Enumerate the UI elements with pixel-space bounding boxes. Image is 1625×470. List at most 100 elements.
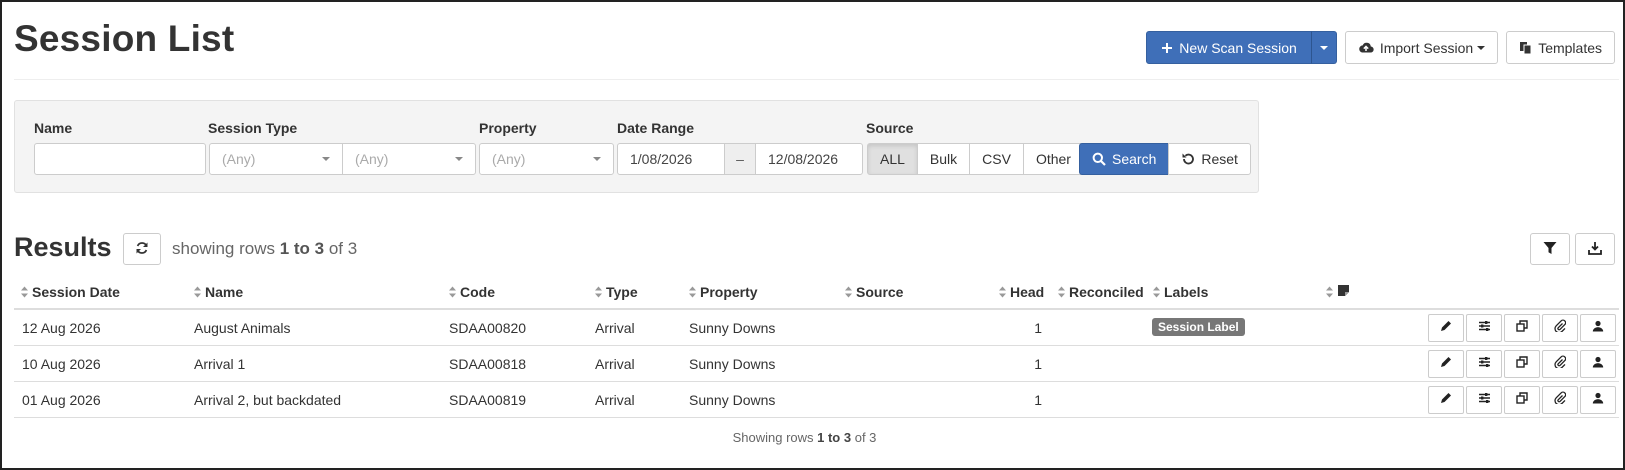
- new-session-split-button: New Scan Session: [1146, 31, 1337, 64]
- source-all-button[interactable]: ALL: [867, 143, 918, 175]
- filter-panel: Name Session Type (Any) (Any) Property (…: [14, 100, 1259, 193]
- settings-button[interactable]: [1466, 350, 1502, 378]
- attach-button[interactable]: [1542, 386, 1578, 414]
- chevron-down-icon: [322, 157, 330, 161]
- new-scan-session-label: New Scan Session: [1179, 39, 1297, 56]
- refresh-icon: [135, 241, 149, 258]
- col-source[interactable]: Source: [844, 284, 903, 300]
- col-reconciled[interactable]: Reconciled: [1057, 284, 1144, 300]
- sort-icon: [594, 286, 603, 298]
- duplicate-button[interactable]: [1504, 350, 1540, 378]
- cell-head: 1: [1034, 320, 1042, 336]
- cell-type: Arrival: [595, 392, 635, 408]
- filter-button[interactable]: [1530, 233, 1570, 265]
- paperclip-icon: [1554, 319, 1567, 337]
- cell-name: Arrival 1: [194, 356, 246, 372]
- source-label: Source: [866, 120, 914, 136]
- sliders-icon: [1478, 319, 1491, 337]
- sort-icon: [998, 286, 1007, 298]
- reset-label: Reset: [1201, 151, 1238, 167]
- assign-user-button[interactable]: [1580, 386, 1616, 414]
- session-subtype-value: (Any): [355, 151, 389, 167]
- reset-button[interactable]: Reset: [1168, 143, 1251, 175]
- table-row[interactable]: 12 Aug 2026 August Animals SDAA00820 Arr…: [14, 310, 1619, 346]
- settings-button[interactable]: [1466, 314, 1502, 342]
- settings-button[interactable]: [1466, 386, 1502, 414]
- cell-property: Sunny Downs: [689, 320, 776, 336]
- cell-type: Arrival: [595, 320, 635, 336]
- source-other-button[interactable]: Other: [1022, 143, 1084, 175]
- duplicate-button[interactable]: [1504, 314, 1540, 342]
- duplicate-icon: [1516, 355, 1528, 373]
- sort-icon: [448, 286, 457, 298]
- results-count-prefix: showing rows: [172, 239, 280, 258]
- col-source-label: Source: [856, 284, 904, 300]
- table-row[interactable]: 10 Aug 2026 Arrival 1 SDAA00818 Arrival …: [14, 346, 1619, 382]
- property-select[interactable]: (Any): [479, 143, 614, 175]
- search-button[interactable]: Search: [1079, 143, 1170, 175]
- session-type-select[interactable]: (Any): [209, 143, 343, 175]
- footer-count-prefix: Showing rows: [732, 430, 818, 445]
- templates-button[interactable]: Templates: [1506, 31, 1615, 64]
- duplicate-button[interactable]: [1504, 386, 1540, 414]
- new-scan-session-button[interactable]: New Scan Session: [1146, 31, 1312, 64]
- sort-icon: [193, 286, 202, 298]
- assign-user-button[interactable]: [1580, 350, 1616, 378]
- page-title: Session List: [14, 18, 235, 59]
- source-bulk-button[interactable]: Bulk: [916, 143, 971, 175]
- results-table: Session Date Name Code Type Property Sou…: [14, 276, 1619, 418]
- table-row[interactable]: 01 Aug 2026 Arrival 2, but backdated SDA…: [14, 382, 1619, 418]
- col-labels[interactable]: Labels: [1152, 284, 1208, 300]
- search-label: Search: [1112, 151, 1157, 167]
- property-value: (Any): [492, 151, 526, 167]
- col-session-date[interactable]: Session Date: [20, 284, 120, 300]
- results-count-range: 1 to 3: [279, 239, 325, 258]
- col-property-label: Property: [700, 284, 758, 300]
- cell-code: SDAA00820: [449, 320, 527, 336]
- import-session-label: Import Session: [1379, 39, 1474, 56]
- edit-button[interactable]: [1428, 350, 1464, 378]
- col-notes[interactable]: [1325, 284, 1350, 300]
- cell-code: SDAA00818: [449, 356, 527, 372]
- col-head[interactable]: Head: [998, 284, 1044, 300]
- row-actions: [1426, 314, 1616, 342]
- caret-down-icon: [1319, 45, 1328, 50]
- footer-results-count: Showing rows 1 to 3 of 3: [2, 430, 1607, 445]
- name-input[interactable]: [34, 143, 206, 175]
- col-name[interactable]: Name: [193, 284, 243, 300]
- col-property[interactable]: Property: [688, 284, 758, 300]
- import-session-button[interactable]: Import Session: [1344, 31, 1499, 64]
- row-actions: [1426, 350, 1616, 378]
- sort-icon: [844, 286, 853, 298]
- attach-button[interactable]: [1542, 350, 1578, 378]
- cell-session-date: 10 Aug 2026: [22, 356, 101, 372]
- chevron-down-icon: [455, 157, 463, 161]
- col-code[interactable]: Code: [448, 284, 495, 300]
- session-subtype-select[interactable]: (Any): [342, 143, 476, 175]
- cell-name: Arrival 2, but backdated: [194, 392, 342, 408]
- col-type[interactable]: Type: [594, 284, 638, 300]
- source-csv-button[interactable]: CSV: [969, 143, 1024, 175]
- download-button[interactable]: [1575, 233, 1615, 265]
- app-frame: Session List New Scan Session Import Ses…: [0, 0, 1625, 470]
- attach-button[interactable]: [1542, 314, 1578, 342]
- templates-label: Templates: [1538, 39, 1602, 56]
- session-type-value: (Any): [222, 151, 256, 167]
- header-actions: New Scan Session Import Session Template…: [1146, 31, 1615, 64]
- duplicate-icon: [1516, 391, 1528, 409]
- col-head-label: Head: [1010, 284, 1045, 300]
- assign-user-button[interactable]: [1580, 314, 1616, 342]
- refresh-button[interactable]: [123, 233, 161, 265]
- new-session-dropdown-toggle[interactable]: [1310, 31, 1337, 64]
- user-icon: [1592, 355, 1604, 373]
- edit-button[interactable]: [1428, 314, 1464, 342]
- header-divider: [14, 79, 1619, 80]
- session-type-label: Session Type: [208, 120, 298, 136]
- undo-icon: [1181, 152, 1195, 166]
- table-header: Session Date Name Code Type Property Sou…: [14, 276, 1619, 310]
- edit-button[interactable]: [1428, 386, 1464, 414]
- date-from-input[interactable]: 1/08/2026: [617, 143, 725, 175]
- paperclip-icon: [1554, 391, 1567, 409]
- pencil-icon: [1440, 319, 1452, 337]
- date-to-input[interactable]: 12/08/2026: [755, 143, 863, 175]
